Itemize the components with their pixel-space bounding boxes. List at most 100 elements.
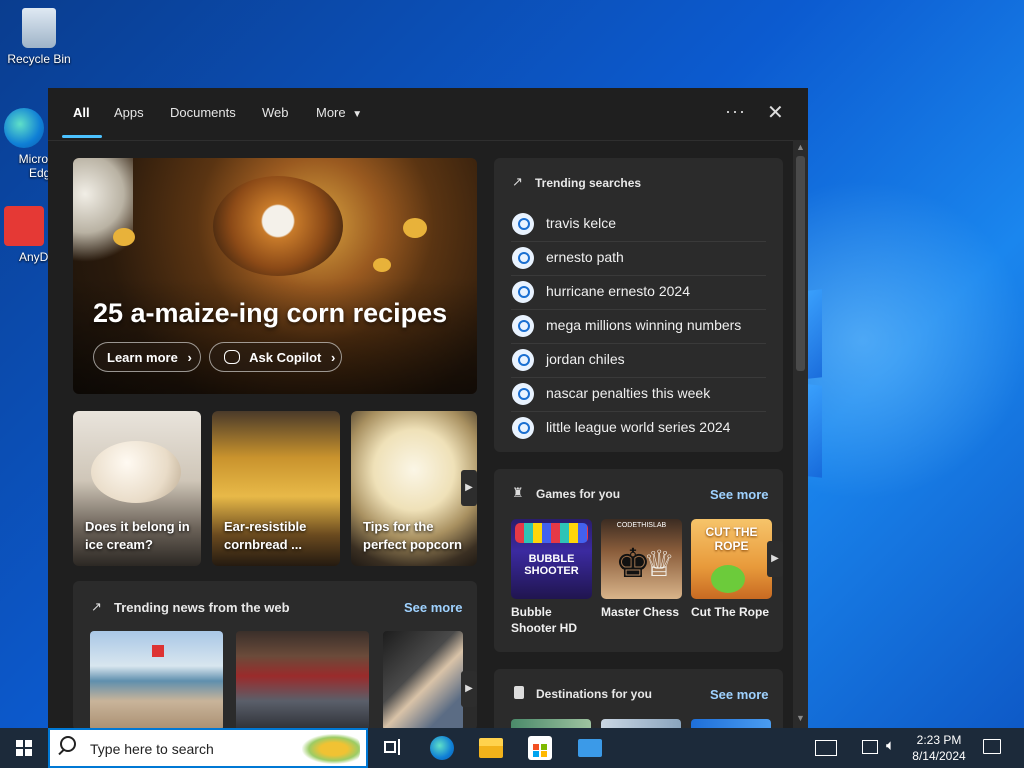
- trending-search-text: ernesto path: [546, 249, 624, 265]
- taskbar-clock[interactable]: 2:23 PM 8/14/2024: [908, 732, 970, 764]
- action-center-icon[interactable]: [983, 739, 1001, 754]
- trending-search-text: little league world series 2024: [546, 419, 731, 435]
- trending-searches-card: ↗ Trending searches travis kelce ernesto …: [494, 158, 783, 452]
- desktop-icon-edge[interactable]: Microsoft Edge: [0, 108, 67, 180]
- trending-search-item[interactable]: little league world series 2024: [511, 411, 766, 445]
- chat-bubble-icon: [224, 350, 240, 364]
- scroll-down-icon[interactable]: ▼: [796, 713, 805, 723]
- trending-search-item[interactable]: jordan chiles: [511, 343, 766, 378]
- game-tile-text: CODETHISLAB: [616, 522, 667, 529]
- game-tile-cut-the-rope[interactable]: CUT THE ROPE: [691, 519, 772, 599]
- games-title: Games for you: [536, 487, 621, 501]
- desktop-glow: [790, 180, 1024, 500]
- task-view-icon[interactable]: [380, 736, 404, 760]
- cards-next-arrow[interactable]: ▶: [461, 470, 477, 506]
- scrollbar-thumb[interactable]: [796, 156, 805, 371]
- taskbar-search-placeholder: Type here to search: [90, 741, 214, 757]
- corn-kernel: [403, 218, 427, 238]
- trending-search-item[interactable]: hurricane ernesto 2024: [511, 275, 766, 310]
- story-card-caption: Tips for the perfect popcorn: [363, 519, 462, 552]
- game-tile-text: CUT THE ROPE: [705, 525, 758, 553]
- scroll-up-icon[interactable]: ▲: [796, 142, 805, 152]
- story-card[interactable]: Ear-resistible cornbread ...: [212, 411, 340, 566]
- search-tabs: All Apps Documents Web More ▼ ··· ✕: [48, 88, 808, 141]
- start-button[interactable]: [0, 728, 48, 768]
- network-icon[interactable]: [862, 740, 878, 754]
- learn-more-label: Learn more: [107, 350, 178, 365]
- om-nom-image: [711, 565, 745, 593]
- news-thumbnail[interactable]: [383, 631, 463, 731]
- desktop-icon-recycle-bin[interactable]: Recycle Bin: [2, 8, 76, 66]
- desktop-icon-anydesk[interactable]: AnyDesk: [0, 206, 67, 264]
- games-card: ♜ Games for you See more BUBBLE SHOOTER …: [494, 469, 783, 652]
- destinations-see-more[interactable]: See more: [710, 687, 769, 702]
- news-thumbnail[interactable]: [236, 631, 369, 731]
- clock-date: 8/14/2024: [912, 749, 966, 763]
- trending-search-text: mega millions winning numbers: [546, 317, 742, 333]
- game-tile-master-chess[interactable]: CODETHISLAB ♚ ♕: [601, 519, 682, 599]
- game-tile-bubble-shooter[interactable]: BUBBLE SHOOTER: [511, 519, 592, 599]
- panel-scrollbar[interactable]: ▲ ▼: [793, 140, 808, 728]
- bubbles-image: [515, 523, 588, 543]
- trending-news-see-more[interactable]: See more: [404, 600, 463, 615]
- taskbar-search-box[interactable]: Type here to search: [48, 728, 368, 768]
- trend-arrow-icon: ↗: [91, 599, 102, 614]
- corn-kernel: [373, 258, 391, 272]
- search-panel: All Apps Documents Web More ▼ ··· ✕ 25 a…: [48, 88, 808, 739]
- tab-all[interactable]: All: [73, 105, 90, 120]
- game-tile-text: BUBBLE SHOOTER: [524, 553, 579, 577]
- tab-more[interactable]: More ▼: [316, 105, 362, 120]
- suitcase-icon: [514, 686, 524, 699]
- windows-logo-pane: [808, 384, 822, 478]
- volume-icon[interactable]: 🔈︎: [886, 737, 906, 761]
- tab-documents[interactable]: Documents: [170, 105, 236, 120]
- ellipsis-icon[interactable]: ···: [725, 101, 746, 122]
- hero-shade: [73, 278, 477, 394]
- trending-search-item[interactable]: mega millions winning numbers: [511, 309, 766, 344]
- story-card-caption: Does it belong in ice cream?: [85, 519, 190, 552]
- trending-search-text: jordan chiles: [546, 351, 625, 367]
- hero-food-image: [213, 176, 343, 276]
- trending-search-item[interactable]: travis kelce: [511, 207, 766, 242]
- news-widget-icon[interactable]: [815, 740, 837, 756]
- games-next-arrow[interactable]: ▶: [767, 541, 783, 577]
- trending-search-item[interactable]: nascar penalties this week: [511, 377, 766, 412]
- trending-news-card: ↗ Trending news from the web See more ▶: [73, 581, 477, 731]
- tab-web[interactable]: Web: [262, 105, 289, 120]
- close-icon[interactable]: ✕: [767, 100, 784, 125]
- news-thumbnail[interactable]: [90, 631, 223, 731]
- edge-icon: [4, 108, 44, 148]
- gamepad-icon: ♜: [512, 485, 524, 500]
- chevron-right-icon: ›: [331, 350, 336, 365]
- games-see-more[interactable]: See more: [710, 487, 769, 502]
- story-card[interactable]: Tips for the perfect popcorn: [351, 411, 477, 566]
- destinations-title: Destinations for you: [536, 687, 653, 701]
- story-card[interactable]: Does it belong in ice cream?: [73, 411, 201, 566]
- chess-queen-icon: ♕: [643, 543, 676, 584]
- chevron-right-icon: ›: [187, 350, 192, 365]
- trending-search-item[interactable]: ernesto path: [511, 241, 766, 276]
- file-explorer-icon[interactable]: [479, 738, 503, 758]
- ask-copilot-button[interactable]: Ask Copilot ›: [209, 342, 342, 372]
- search-icon: [512, 281, 534, 303]
- news-next-arrow[interactable]: ▶: [461, 671, 477, 707]
- game-name: Master Chess: [601, 605, 680, 619]
- tab-apps[interactable]: Apps: [114, 105, 144, 120]
- game-name: Bubble Shooter HD: [511, 605, 577, 635]
- search-icon: [512, 315, 534, 337]
- search-icon: [512, 247, 534, 269]
- search-icon: [512, 213, 534, 235]
- active-tab-indicator: [62, 135, 102, 138]
- mail-icon[interactable]: [578, 739, 602, 757]
- learn-more-button[interactable]: Learn more ›: [93, 342, 201, 372]
- edge-taskbar-icon[interactable]: [430, 736, 454, 760]
- store-icon[interactable]: [528, 736, 552, 760]
- ice-cream-image: [91, 441, 181, 503]
- hero-title: 25 a-maize-ing corn recipes: [93, 298, 448, 328]
- search-icon: [512, 383, 534, 405]
- anydesk-icon: [4, 206, 44, 246]
- hero-card[interactable]: 25 a-maize-ing corn recipes Learn more ›…: [73, 158, 477, 394]
- search-icon: [512, 349, 534, 371]
- trending-searches-title: Trending searches: [535, 176, 642, 190]
- caret-down-icon: ▼: [352, 109, 363, 120]
